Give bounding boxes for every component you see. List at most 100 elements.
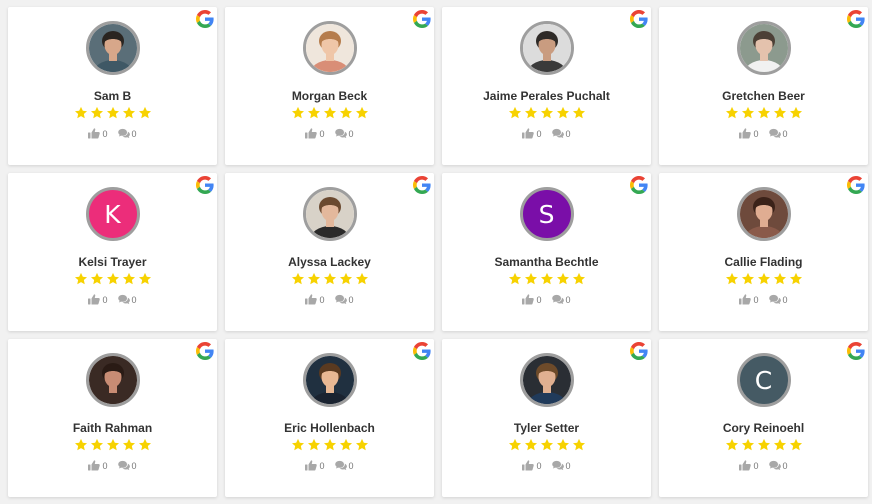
comment-count: 0	[131, 460, 137, 471]
review-card: Alyssa Lackey 0 0	[225, 173, 434, 331]
star-icon	[307, 438, 320, 451]
thumbs-up-icon	[739, 460, 752, 471]
review-stats: 0 0	[300, 128, 358, 139]
avatar	[519, 353, 574, 407]
comment-button[interactable]: 0	[117, 294, 137, 305]
star-icon	[741, 438, 754, 451]
comment-button[interactable]: 0	[334, 128, 354, 139]
comment-count: 0	[782, 460, 788, 471]
comments-icon	[117, 294, 130, 305]
like-button[interactable]: 0	[88, 294, 108, 305]
review-stats: 0 0	[734, 294, 792, 305]
star-icon	[789, 272, 802, 285]
google-icon	[196, 342, 214, 360]
star-icon	[508, 106, 521, 119]
comment-count: 0	[348, 128, 354, 139]
comment-button[interactable]: 0	[551, 294, 571, 305]
star-rating	[508, 272, 586, 286]
star-icon	[725, 106, 738, 119]
like-count: 0	[753, 128, 759, 139]
like-button[interactable]: 0	[305, 294, 325, 305]
comment-button[interactable]: 0	[117, 460, 137, 471]
star-icon	[572, 272, 585, 285]
thumbs-up-icon	[739, 128, 752, 139]
star-icon	[524, 438, 537, 451]
like-button[interactable]: 0	[88, 128, 108, 139]
google-icon	[847, 176, 865, 194]
comments-icon	[768, 294, 781, 305]
like-button[interactable]: 0	[305, 460, 325, 471]
like-count: 0	[753, 460, 759, 471]
avatar	[519, 21, 574, 75]
avatar	[85, 21, 140, 75]
comment-button[interactable]: 0	[334, 294, 354, 305]
like-button[interactable]: 0	[522, 294, 542, 305]
reviewer-name: Samantha Bechtle	[494, 255, 599, 269]
star-rating	[291, 438, 369, 452]
star-icon	[106, 106, 119, 119]
star-icon	[556, 106, 569, 119]
like-count: 0	[536, 460, 542, 471]
thumbs-up-icon	[522, 128, 535, 139]
like-button[interactable]: 0	[88, 460, 108, 471]
star-icon	[725, 272, 738, 285]
like-button[interactable]: 0	[522, 460, 542, 471]
like-count: 0	[319, 128, 325, 139]
star-icon	[773, 272, 786, 285]
comment-button[interactable]: 0	[768, 294, 788, 305]
like-count: 0	[102, 294, 108, 305]
comment-button[interactable]: 0	[768, 460, 788, 471]
review-stats: 0 0	[517, 294, 575, 305]
comments-icon	[334, 128, 347, 139]
comment-button[interactable]: 0	[117, 128, 137, 139]
review-card: Tyler Setter 0 0	[442, 339, 651, 497]
star-icon	[339, 438, 352, 451]
avatar-photo	[88, 356, 137, 404]
comment-count: 0	[565, 294, 571, 305]
star-icon	[122, 106, 135, 119]
star-icon	[291, 272, 304, 285]
comments-icon	[551, 128, 564, 139]
avatar-initial: C	[754, 365, 773, 395]
review-stats: 0 0	[517, 460, 575, 471]
star-icon	[757, 438, 770, 451]
star-rating	[508, 106, 586, 120]
like-button[interactable]: 0	[305, 128, 325, 139]
star-icon	[291, 106, 304, 119]
star-icon	[90, 438, 103, 451]
review-card: K Kelsi Trayer 0 0	[8, 173, 217, 331]
star-icon	[106, 272, 119, 285]
comment-button[interactable]: 0	[551, 128, 571, 139]
thumbs-up-icon	[305, 294, 318, 305]
star-icon	[323, 272, 336, 285]
like-button[interactable]: 0	[522, 128, 542, 139]
star-icon	[90, 106, 103, 119]
like-button[interactable]: 0	[739, 460, 759, 471]
comment-button[interactable]: 0	[551, 460, 571, 471]
like-button[interactable]: 0	[739, 294, 759, 305]
avatar-initial: K	[104, 199, 121, 229]
thumbs-up-icon	[305, 460, 318, 471]
star-icon	[508, 272, 521, 285]
comment-count: 0	[565, 128, 571, 139]
reviewer-name: Alyssa Lackey	[288, 255, 371, 269]
reviewer-name: Callie Flading	[724, 255, 803, 269]
like-button[interactable]: 0	[739, 128, 759, 139]
comments-icon	[334, 294, 347, 305]
review-card: Faith Rahman 0 0	[8, 339, 217, 497]
thumbs-up-icon	[522, 460, 535, 471]
comment-count: 0	[565, 460, 571, 471]
google-icon	[413, 342, 431, 360]
google-icon	[630, 342, 648, 360]
star-icon	[74, 438, 87, 451]
star-rating	[725, 106, 803, 120]
avatar: S	[519, 187, 574, 241]
thumbs-up-icon	[88, 460, 101, 471]
star-rating	[725, 272, 803, 286]
comment-count: 0	[782, 294, 788, 305]
comment-button[interactable]: 0	[768, 128, 788, 139]
star-icon	[74, 106, 87, 119]
comment-button[interactable]: 0	[334, 460, 354, 471]
avatar-photo	[88, 24, 137, 72]
comment-count: 0	[782, 128, 788, 139]
